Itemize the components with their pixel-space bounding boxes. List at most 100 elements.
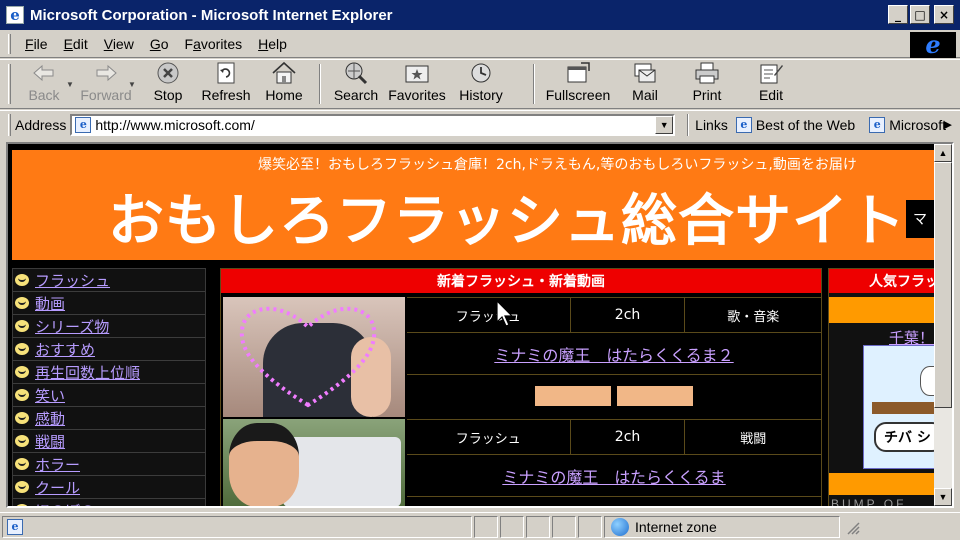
- mouse-cursor-icon: [496, 300, 514, 327]
- smiley-icon: [15, 412, 29, 424]
- close-button[interactable]: ×: [934, 5, 954, 24]
- new-flash-heading: 新着フラッシュ・新着動画: [221, 269, 821, 293]
- smiley-icon: [15, 504, 29, 506]
- forward-dropdown-arrow[interactable]: ▼: [125, 61, 139, 107]
- nav-item[interactable]: 再生回数上位順: [13, 361, 205, 384]
- back-arrow-icon: [30, 61, 58, 85]
- popular-heading: 人気フラッシュ: [829, 269, 937, 293]
- entry-info-row: フラッシュ 2ch 戦闘: [407, 419, 821, 455]
- window-title: Microsoft Corporation - Microsoft Intern…: [30, 6, 393, 24]
- menu-go[interactable]: Go: [142, 36, 177, 52]
- status-lock-cell: [500, 515, 524, 538]
- entry-thumbnail[interactable]: [223, 297, 405, 417]
- site-banner[interactable]: 爆笑必至！おもしろフラッシュ倉庫！2ch,ドラえもん,等のおもしろいフラッシュ,…: [12, 150, 934, 260]
- history-icon: [467, 61, 495, 85]
- smiley-icon: [15, 320, 29, 332]
- link-page-icon: e: [869, 116, 886, 133]
- entry-thumbnail[interactable]: [223, 419, 405, 506]
- banner-subtitle: 爆笑必至！おもしろフラッシュ倉庫！2ch,ドラえもん,等のおもしろいフラッシュ,…: [258, 157, 857, 173]
- minimize-button[interactable]: _: [888, 5, 908, 24]
- stop-button[interactable]: Stop: [139, 61, 197, 107]
- status-zone[interactable]: Internet zone: [604, 515, 840, 538]
- home-button[interactable]: Home: [255, 61, 313, 107]
- internet-globe-icon: [611, 517, 629, 536]
- toolbar-separator: [533, 64, 535, 104]
- links-more-chevron-icon[interactable]: ▶: [944, 118, 952, 131]
- ie-throbber-logo: e: [910, 32, 956, 58]
- search-button[interactable]: Search: [327, 61, 385, 107]
- refresh-button[interactable]: Refresh: [197, 61, 255, 107]
- smiley-icon: [15, 366, 29, 378]
- history-button[interactable]: History: [449, 61, 513, 107]
- refresh-icon: [212, 61, 240, 85]
- nav-item[interactable]: 感動: [13, 407, 205, 430]
- links-label[interactable]: Links: [695, 117, 728, 133]
- scroll-down-arrow[interactable]: ▼: [934, 488, 952, 506]
- page-status-icon: e: [7, 518, 23, 535]
- scroll-thumb[interactable]: [934, 162, 952, 408]
- entry-title-link[interactable]: ミナミの魔王 はたらくくるま２: [494, 342, 733, 366]
- edit-button[interactable]: Edit: [739, 61, 803, 107]
- link-microsoft[interactable]: e Microsoft: [869, 116, 946, 133]
- smiley-icon: [15, 297, 29, 309]
- mail-button[interactable]: Mail: [615, 61, 675, 107]
- menu-file[interactable]: File: [17, 36, 56, 52]
- entry-download-button[interactable]: [617, 386, 693, 406]
- search-globe-icon: [342, 61, 370, 85]
- smiley-icon: [15, 274, 29, 286]
- favorites-button[interactable]: Favorites: [385, 61, 449, 107]
- entry-play-button[interactable]: [535, 386, 611, 406]
- links-separator: [687, 113, 690, 136]
- entry-title-row: ミナミの魔王 はたらくくるま２: [407, 333, 821, 375]
- fullscreen-button[interactable]: Fullscreen: [541, 61, 615, 107]
- nav-item[interactable]: 戦闘: [13, 430, 205, 453]
- maximize-button[interactable]: □: [910, 5, 930, 24]
- nav-item[interactable]: ホラー: [13, 453, 205, 476]
- status-bar: e Internet zone: [0, 512, 960, 540]
- address-url[interactable]: http://www.microsoft.com/: [95, 117, 254, 133]
- sparkle-heart-icon: [239, 306, 377, 408]
- page-icon: e: [75, 116, 92, 133]
- fullscreen-icon: [564, 61, 592, 85]
- menu-help[interactable]: Help: [250, 36, 295, 52]
- menu-edit[interactable]: Edit: [56, 36, 96, 52]
- address-input[interactable]: e http://www.microsoft.com/ ▼: [70, 113, 676, 136]
- vertical-scrollbar[interactable]: ▲ ▼: [934, 144, 952, 506]
- nav-item[interactable]: クール: [13, 476, 205, 499]
- menu-view[interactable]: View: [96, 36, 142, 52]
- address-label: Address: [14, 116, 67, 133]
- addressbar-grip[interactable]: [8, 113, 11, 136]
- link-page-icon: e: [735, 116, 752, 133]
- title-bar[interactable]: e Microsoft Corporation - Microsoft Inte…: [0, 0, 960, 30]
- nav-item[interactable]: 動画: [13, 292, 205, 315]
- mail-icon: [631, 61, 659, 85]
- entry-genre: 歌・音楽: [727, 309, 780, 325]
- status-progress-cell: [474, 515, 498, 538]
- nav-item[interactable]: ほのぼの: [13, 499, 205, 506]
- entry-title-row: ミナミの魔王 はたらくくるま: [407, 455, 821, 497]
- address-dropdown-arrow[interactable]: ▼: [655, 115, 674, 134]
- back-dropdown-arrow[interactable]: ▼: [63, 61, 77, 107]
- smiley-icon: [15, 481, 29, 493]
- popular-next-title[interactable]: BUMP OF: [831, 497, 906, 506]
- menubar-grip[interactable]: [8, 33, 11, 54]
- toolbar-grip[interactable]: [8, 64, 11, 104]
- home-icon: [270, 61, 298, 85]
- nav-item[interactable]: 笑い: [13, 384, 205, 407]
- resize-grip-icon[interactable]: [844, 519, 860, 535]
- smiley-icon: [15, 435, 29, 447]
- banner-title: おもしろフラッシュ総合サイト: [108, 189, 906, 254]
- toolbar-separator: [319, 64, 321, 104]
- menu-bar: File Edit View Go Favorites Help e: [0, 30, 960, 58]
- banner-corner-tab[interactable]: マ: [906, 200, 934, 238]
- nav-item[interactable]: フラッシュ: [13, 269, 205, 292]
- menu-favorites[interactable]: Favorites: [177, 36, 251, 52]
- ie-window-icon[interactable]: e: [6, 6, 24, 24]
- scroll-up-arrow[interactable]: ▲: [934, 144, 952, 162]
- edit-page-icon: [757, 61, 785, 85]
- link-best-of-the-web[interactable]: e Best of the Web: [735, 116, 855, 133]
- nav-item[interactable]: シリーズ物: [13, 315, 205, 338]
- print-button[interactable]: Print: [675, 61, 739, 107]
- nav-item[interactable]: おすすめ: [13, 338, 205, 361]
- entry-title-link[interactable]: ミナミの魔王 はたらくくるま: [502, 464, 725, 488]
